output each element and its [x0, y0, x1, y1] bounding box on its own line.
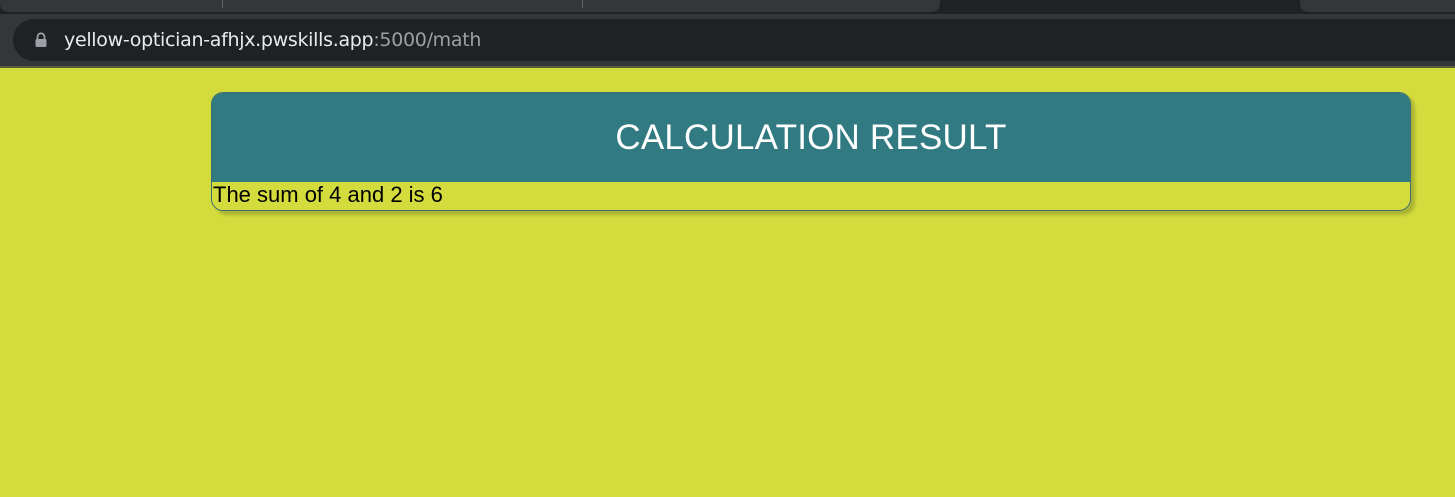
- browser-chrome: yellow-optician-afhjx.pwskills.app:5000/…: [0, 0, 1455, 66]
- tab-separator: [582, 0, 583, 8]
- result-text: The sum of 4 and 2 is 6: [213, 182, 443, 207]
- tab-strip: [0, 0, 1455, 14]
- browser-toolbar: yellow-optician-afhjx.pwskills.app:5000/…: [0, 14, 1455, 66]
- page-title: CALCULATION RESULT: [615, 117, 1007, 157]
- card-header: CALCULATION RESULT: [212, 93, 1410, 182]
- chrome-divider: [0, 66, 1455, 68]
- browser-tab[interactable]: [0, 0, 940, 12]
- url-host: yellow-optician-afhjx.pwskills.app: [64, 29, 374, 51]
- tab-separator: [222, 0, 223, 8]
- card-body: The sum of 4 and 2 is 6: [212, 182, 1410, 210]
- result-card: CALCULATION RESULT The sum of 4 and 2 is…: [211, 92, 1411, 211]
- browser-tab[interactable]: [1300, 0, 1455, 12]
- address-bar[interactable]: yellow-optician-afhjx.pwskills.app:5000/…: [13, 19, 1455, 61]
- url-text[interactable]: yellow-optician-afhjx.pwskills.app:5000/…: [64, 29, 481, 51]
- lock-icon[interactable]: [34, 32, 48, 48]
- url-path: :5000/math: [373, 29, 482, 51]
